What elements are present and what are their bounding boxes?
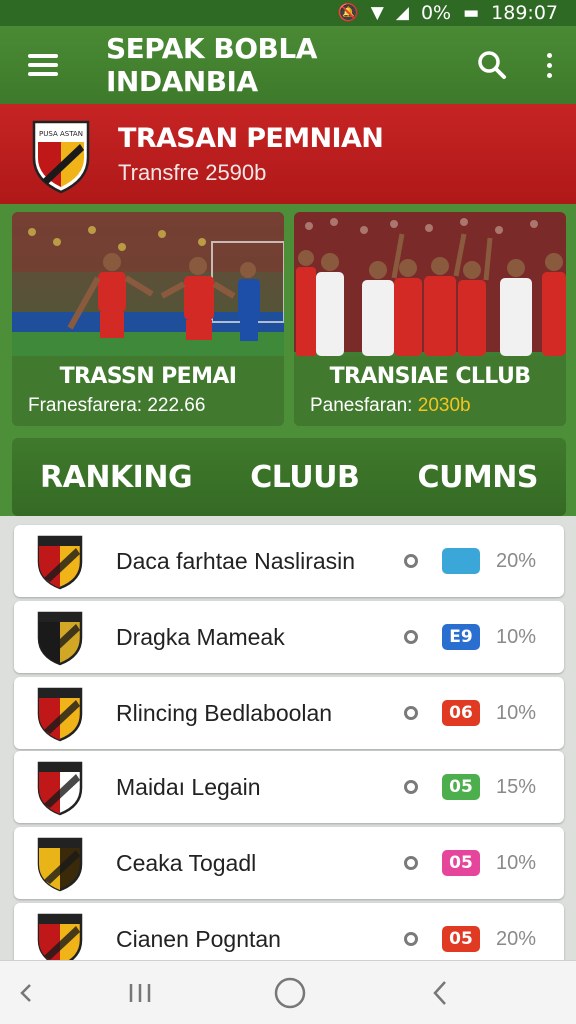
card-meta-value: 222.66: [147, 395, 206, 416]
club-name: Dragka Mameak: [116, 623, 285, 650]
tab-columns[interactable]: CUMNS: [418, 460, 539, 495]
status-dot-icon: [404, 630, 418, 644]
club-row[interactable]: Maidaı Legain 05 15%: [14, 751, 564, 823]
club-crest-icon: [37, 837, 83, 892]
card-meta-value: 2030b: [417, 395, 471, 416]
club-crest-logo: PUSA ASTAN: [32, 120, 90, 194]
club-percent: 10%: [496, 701, 537, 724]
tab-ranking[interactable]: RANKING: [40, 460, 193, 495]
card-caption: TRASSN PEMAI Franesfarera: 222.66: [12, 356, 284, 426]
home-circle-icon: [274, 977, 306, 1009]
news-card-club[interactable]: TRANSIAE CLLUB Panesfaran: 2030b: [294, 212, 566, 426]
back-button[interactable]: [420, 971, 460, 1015]
wifi-icon: ▼: [370, 3, 384, 23]
system-nav-bar: [0, 960, 576, 1024]
app-bar: SEPAK BOBLA INDANBIA: [0, 26, 576, 104]
clock: 189:07: [491, 2, 558, 24]
card-title: TRANSIAE CLLUB: [329, 364, 531, 389]
chevron-left-icon: [20, 984, 31, 1002]
more-vert-icon: [546, 52, 552, 78]
club-crest-icon: [37, 611, 83, 666]
club-crest-icon: [37, 761, 83, 816]
club-percent: 10%: [496, 851, 537, 874]
card-meta-label: Panesfaran:: [310, 395, 413, 416]
search-button[interactable]: [462, 26, 522, 104]
hamburger-icon: [28, 54, 58, 76]
back-nav-button[interactable]: [6, 971, 46, 1015]
club-badge: [442, 548, 480, 574]
club-badge: 05: [442, 774, 480, 800]
crest-text: PUSA ASTAN: [39, 130, 83, 138]
club-name: Maidaı Legain: [116, 773, 261, 800]
search-icon: [478, 51, 506, 79]
club-row[interactable]: Rlincing Bedlaboolan 06 10%: [14, 677, 564, 749]
mute-icon: 🔕: [337, 3, 359, 23]
signal-icon: ◢: [395, 3, 409, 23]
battery-text: 0%: [420, 2, 452, 24]
club-name: Rlincing Bedlaboolan: [116, 699, 333, 726]
club-row[interactable]: Dragka Mameak E9 10%: [14, 601, 564, 673]
club-percent: 20%: [496, 927, 537, 950]
app-title: SEPAK BOBLA INDANBIA: [106, 32, 317, 98]
banner-subtitle: Transfre 2590b: [118, 159, 267, 185]
club-badge: 05: [442, 926, 480, 952]
club-percent: 10%: [496, 625, 537, 648]
status-dot-icon: [404, 706, 418, 720]
card-meta-label: Franesfarera:: [28, 395, 143, 416]
back-arrow-icon: [433, 981, 446, 1005]
club-row[interactable]: Ceaka Togadl 05 10%: [14, 827, 564, 899]
club-badge: E9: [442, 624, 480, 650]
banner-title: TRASAN PEMNIAN: [118, 122, 384, 154]
status-dot-icon: [404, 554, 418, 568]
club-name: Cianen Pogntan: [116, 925, 281, 952]
battery-icon: ▬: [463, 3, 480, 23]
club-percent: 15%: [496, 775, 537, 798]
tab-bar: RANKING CLUUB CUMNS: [12, 438, 566, 516]
menu-button[interactable]: [0, 26, 86, 104]
status-dot-icon: [404, 780, 418, 794]
club-name: Ceaka Togadl: [116, 849, 257, 876]
status-dot-icon: [404, 856, 418, 870]
card-caption: TRANSIAE CLLUB Panesfaran: 2030b: [294, 356, 566, 426]
card-meta: Franesfarera: 222.66: [12, 395, 284, 417]
card-title: TRASSN PEMAI: [59, 364, 237, 389]
status-bar: 🔕 ▼ ◢ 0% ▬ 189:07: [0, 0, 576, 26]
transfer-banner[interactable]: PUSA ASTAN TRASAN PEMNIAN Transfre 2590b: [0, 104, 576, 204]
home-button[interactable]: [268, 971, 312, 1015]
more-options-button[interactable]: [522, 26, 576, 104]
status-dot-icon: [404, 932, 418, 946]
club-crest-icon: [37, 687, 83, 742]
club-name: Daca farhtae Naslirasin: [116, 547, 356, 574]
club-crest-icon: [37, 535, 83, 590]
recents-button[interactable]: [116, 971, 164, 1015]
recents-icon: [129, 984, 151, 1002]
club-badge: 05: [442, 850, 480, 876]
news-card-transfer[interactable]: TRASSN PEMAI Franesfarera: 222.66: [12, 212, 284, 426]
club-percent: 20%: [496, 549, 537, 572]
club-badge: 06: [442, 700, 480, 726]
card-meta: Panesfaran: 2030b: [294, 395, 566, 417]
tab-club[interactable]: CLUUB: [250, 460, 360, 495]
club-row[interactable]: Daca farhtae Naslirasin 20%: [14, 525, 564, 597]
